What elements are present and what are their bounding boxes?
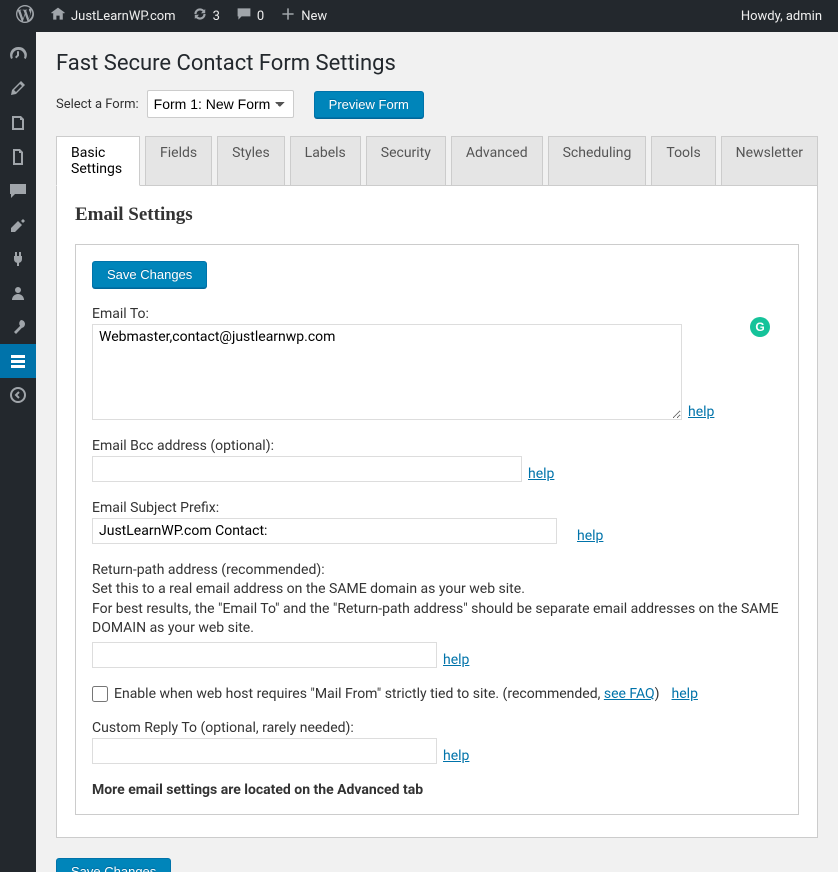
bcc-help-link[interactable]: help	[528, 466, 554, 482]
return-path-label: Return-path address (recommended):	[92, 562, 782, 578]
menu-plugins[interactable]	[0, 242, 36, 276]
email-to-label: Email To:	[92, 306, 782, 322]
updates-count: 3	[213, 9, 220, 24]
content-area: Fast Secure Contact Form Settings Select…	[36, 32, 838, 872]
tab-newsletter[interactable]: Newsletter	[721, 136, 818, 185]
advanced-note: More email settings are located on the A…	[92, 782, 782, 798]
menu-media[interactable]	[0, 106, 36, 140]
menu-comments[interactable]	[0, 174, 36, 208]
grammarly-icon[interactable]	[750, 317, 770, 337]
wordpress-icon	[16, 5, 34, 27]
tab-tools[interactable]: Tools	[651, 136, 715, 185]
menu-tools[interactable]	[0, 310, 36, 344]
account-link[interactable]: Howdy, admin	[733, 0, 830, 32]
tab-security[interactable]: Security	[366, 136, 446, 185]
custom-reply-label: Custom Reply To (optional, rarely needed…	[92, 720, 782, 736]
refresh-icon	[192, 6, 208, 26]
settings-tabs: Basic Settings Fields Styles Labels Secu…	[56, 136, 818, 186]
tab-advanced[interactable]: Advanced	[451, 136, 543, 185]
email-to-field: Email To: Webmaster,contact@justlearnwp.…	[92, 306, 782, 420]
admin-bar: JustLearnWP.com 3 0 New Howdy, admin	[0, 0, 838, 32]
subject-help-link[interactable]: help	[577, 528, 603, 544]
tab-fields[interactable]: Fields	[145, 136, 212, 185]
menu-dashboard[interactable]	[0, 38, 36, 72]
menu-pages[interactable]	[0, 140, 36, 174]
menu-posts[interactable]	[0, 72, 36, 106]
new-content-link[interactable]: New	[272, 0, 335, 32]
bcc-label: Email Bcc address (optional):	[92, 438, 782, 454]
mailfrom-checkbox-row: Enable when web host requires "Mail From…	[92, 686, 782, 702]
preview-form-button[interactable]: Preview Form	[314, 91, 424, 118]
site-name-text: JustLearnWP.com	[71, 9, 176, 24]
tab-labels[interactable]: Labels	[290, 136, 361, 185]
save-changes-button-top[interactable]: Save Changes	[92, 261, 207, 288]
menu-settings[interactable]	[0, 344, 36, 378]
plus-icon	[280, 6, 296, 26]
tab-basic-settings[interactable]: Basic Settings	[56, 136, 140, 186]
return-path-help-link[interactable]: help	[443, 652, 469, 668]
tab-styles[interactable]: Styles	[217, 136, 285, 185]
mailfrom-help-link[interactable]: help	[672, 686, 698, 702]
menu-appearance[interactable]	[0, 208, 36, 242]
email-to-textarea[interactable]: Webmaster,contact@justlearnwp.com	[92, 324, 682, 420]
bcc-field: Email Bcc address (optional): help	[92, 438, 782, 482]
comments-link[interactable]: 0	[228, 0, 272, 32]
home-icon	[50, 6, 66, 26]
custom-reply-help-link[interactable]: help	[443, 748, 469, 764]
select-form-label: Select a Form:	[56, 97, 139, 112]
menu-collapse[interactable]	[0, 378, 36, 412]
form-selector-row: Select a Form: Form 1: New Form Preview …	[56, 90, 818, 118]
email-to-help-link[interactable]: help	[688, 404, 714, 420]
section-title: Email Settings	[75, 204, 799, 226]
page-title: Fast Secure Contact Form Settings	[56, 42, 818, 90]
save-changes-button-bottom[interactable]: Save Changes	[56, 858, 171, 872]
email-settings-box: Save Changes Email To: Webmaster,contact…	[75, 244, 799, 815]
admin-menu	[0, 32, 36, 872]
new-label: New	[301, 9, 327, 24]
tab-panel: Email Settings Save Changes Email To: We…	[56, 186, 818, 838]
subject-prefix-field: Email Subject Prefix: help	[92, 500, 782, 544]
return-path-desc1: Set this to a real email address on the …	[92, 580, 782, 600]
comment-icon	[236, 6, 252, 26]
wp-logo[interactable]	[8, 0, 42, 32]
return-path-input[interactable]	[92, 642, 437, 668]
form-select[interactable]: Form 1: New Form	[147, 90, 294, 118]
howdy-text: Howdy, admin	[741, 9, 822, 24]
return-path-desc2: For best results, the "Email To" and the…	[92, 600, 782, 639]
tab-scheduling[interactable]: Scheduling	[548, 136, 647, 185]
mailfrom-checkbox-label: Enable when web host requires "Mail From…	[114, 686, 660, 702]
subject-prefix-input[interactable]	[92, 518, 557, 544]
custom-reply-field: Custom Reply To (optional, rarely needed…	[92, 720, 782, 764]
return-path-field: Return-path address (recommended): Set t…	[92, 562, 782, 668]
comments-count: 0	[257, 9, 264, 24]
subject-prefix-label: Email Subject Prefix:	[92, 500, 782, 516]
site-name-link[interactable]: JustLearnWP.com	[42, 0, 184, 32]
mailfrom-checkbox[interactable]	[92, 686, 108, 702]
menu-users[interactable]	[0, 276, 36, 310]
bcc-input[interactable]	[92, 456, 522, 482]
custom-reply-input[interactable]	[92, 738, 437, 764]
see-faq-link[interactable]: see FAQ	[604, 686, 655, 702]
updates-link[interactable]: 3	[184, 0, 228, 32]
